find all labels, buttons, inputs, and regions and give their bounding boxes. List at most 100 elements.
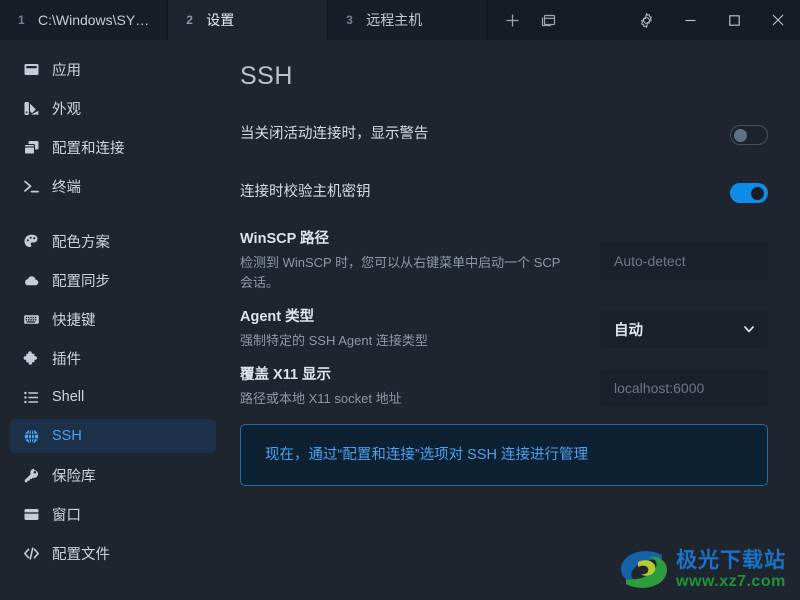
sidebar-item-profiles-connections[interactable]: 配置和连接 [10,130,216,164]
setting-control [600,242,768,281]
terminal-prompt-icon [22,177,40,195]
warn-on-close-toggle[interactable] [730,125,768,145]
sidebar-group-divider [10,208,216,224]
cloud-icon [22,271,40,289]
sidebar-item-label: 插件 [52,351,81,368]
sidebar-item-label: 配置文件 [52,546,110,563]
sidebar-item-ssh[interactable]: SSH [10,419,216,453]
keyboard-icon [22,310,40,328]
sidebar-item-label: 配色方案 [52,234,110,251]
new-tab-button[interactable] [494,0,530,40]
tab-title: 远程主机 [366,12,423,28]
minimize-button[interactable] [668,0,712,40]
code-brackets-icon [22,544,40,562]
sidebar-item-label: 配置同步 [52,273,110,290]
setting-control [730,183,768,203]
page-title: SSH [240,62,293,90]
setting-subtitle: 检测到 WinSCP 时，您可以从右键菜单中启动一个 SCP 会话。 [240,255,561,291]
sidebar-item-label: 配置和连接 [52,140,125,157]
sidebar-item-label: SSH [52,428,82,444]
sidebar-item-plugins[interactable]: 插件 [10,341,216,375]
app-body: 应用 外观 配置和连接 终端 配色方案 配置同步 快捷键 插件 Shell SS… [0,40,800,600]
sidebar-item-label: 快捷键 [52,312,96,329]
settings-content: SSH 当关闭活动连接时，显示警告 连接时校验主机密钥 WinSCP 路径 检测… [226,40,800,600]
tabbar-spacer [572,0,624,40]
sidebar-item-config-file[interactable]: 配置文件 [10,536,216,570]
setting-subtitle: 路径或本地 X11 socket 地址 [240,391,402,407]
globe-icon [22,427,40,445]
settings-button[interactable] [624,0,668,40]
puzzle-piece-icon [22,349,40,367]
setting-control [730,125,768,145]
setting-title: 当关闭活动连接时，显示警告 [240,126,429,143]
setting-row-x11-display: 覆盖 X11 显示 路径或本地 X11 socket 地址 [240,365,768,409]
maximize-button[interactable] [712,0,756,40]
sidebar-item-label: 保险库 [52,468,96,485]
ssh-management-banner: 现在，通过“配置和连接”选项对 SSH 连接进行管理 [240,423,768,486]
plus-icon [506,14,519,26]
tab-3[interactable]: 3 远程主机 [328,0,489,40]
list-icon [22,388,40,406]
window-icon [22,505,40,523]
maximize-icon [728,14,740,26]
verify-host-key-toggle[interactable] [730,183,768,203]
tab-title: 设置 [206,12,235,28]
chevron-down-icon [742,322,756,336]
key-icon [22,466,40,484]
tab-index: 1 [18,13,25,27]
setting-title: 覆盖 X11 显示 [240,367,332,384]
tab-1[interactable]: 1 C:\Windows\SY… [0,0,169,40]
toggle-knob [734,129,747,142]
sidebar-item-config-sync[interactable]: 配置同步 [10,263,216,297]
sidebar-item-label: 应用 [52,62,81,79]
tab-actions [488,0,573,40]
tab-2-settings[interactable]: 2 设置 [168,0,329,40]
setting-title: Agent 类型 [240,309,315,326]
toggle-knob [751,187,764,200]
setting-text: WinSCP 路径 检测到 WinSCP 时，您可以从右键菜单中启动一个 SCP… [240,229,576,293]
window-split-icon [541,14,555,26]
settings-sidebar: 应用 外观 配置和连接 终端 配色方案 配置同步 快捷键 插件 Shell SS… [0,40,226,600]
agent-type-value: 自动 [614,322,643,339]
close-button[interactable] [756,0,800,40]
setting-text: Agent 类型 强制特定的 SSH Agent 连接类型 [240,307,576,351]
close-icon [772,14,784,26]
tab-index: 2 [186,13,194,27]
tab-index: 3 [346,13,354,27]
setting-row-agent-type: Agent 类型 强制特定的 SSH Agent 连接类型 自动 [240,307,768,351]
setting-text: 覆盖 X11 显示 路径或本地 X11 socket 地址 [240,365,576,409]
minimize-icon [685,19,695,21]
x11-display-input[interactable] [600,368,768,407]
sidebar-item-window[interactable]: 窗口 [10,497,216,531]
sidebar-item-label: 终端 [52,179,81,196]
gear-icon [640,12,652,28]
sidebar-item-label: 窗口 [52,507,81,524]
setting-title: WinSCP 路径 [240,231,330,247]
setting-title: 连接时校验主机密钥 [240,184,371,201]
sidebar-item-vault[interactable]: 保险库 [10,458,216,492]
sidebar-item-appearance[interactable]: 外观 [10,91,216,125]
setting-subtitle: 强制特定的 SSH Agent 连接类型 [240,333,428,349]
setting-row-verify-host-key: 连接时校验主机密钥 [240,171,768,215]
sidebar-item-label: Shell [52,389,85,405]
tab-title: C:\Windows\SY… [37,12,150,28]
sidebar-item-app[interactable]: 应用 [10,52,216,86]
setting-control [600,368,768,407]
app-window-icon [22,60,40,78]
setting-row-warn-on-close: 当关闭活动连接时，显示警告 [240,113,768,157]
agent-type-select[interactable]: 自动 [600,310,768,349]
tab-bar: 1 C:\Windows\SY… 2 设置 3 远程主机 [0,0,800,40]
window-controls [624,0,800,40]
setting-text: 连接时校验主机密钥 [240,182,706,203]
setting-text: 当关闭活动连接时，显示警告 [240,124,706,145]
sidebar-item-color-scheme[interactable]: 配色方案 [10,224,216,258]
palette-swatch-icon [22,99,40,117]
winscp-path-input[interactable] [600,242,768,281]
sidebar-item-shell[interactable]: Shell [10,380,216,414]
sidebar-item-label: 外观 [52,101,81,118]
sidebar-item-terminal[interactable]: 终端 [10,169,216,203]
palette-icon [22,232,40,250]
split-pane-button[interactable] [530,0,566,40]
setting-control: 自动 [600,310,768,349]
sidebar-item-hotkeys[interactable]: 快捷键 [10,302,216,336]
